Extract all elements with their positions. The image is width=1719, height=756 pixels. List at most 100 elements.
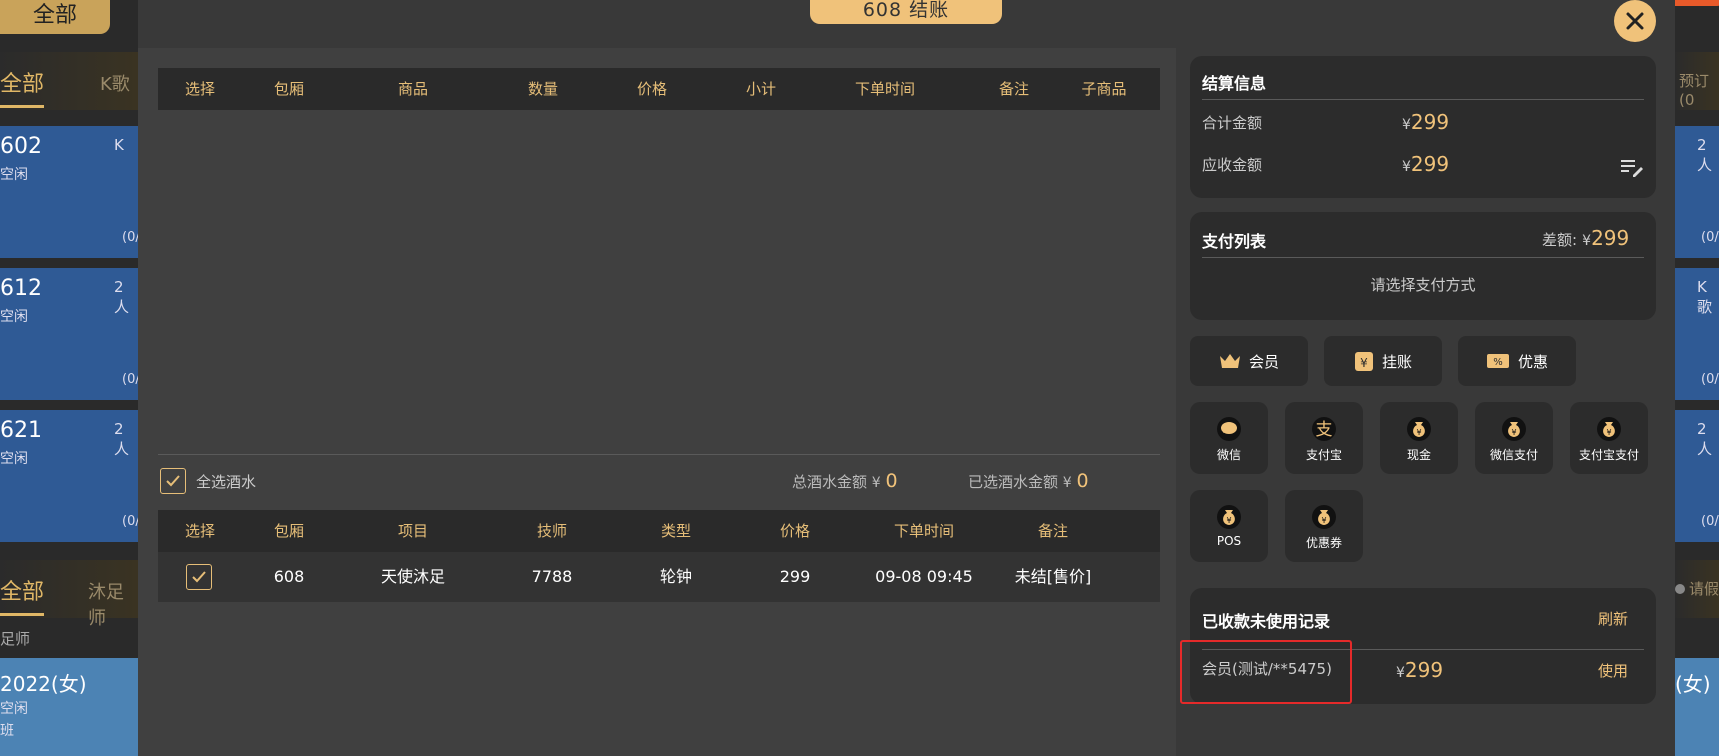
notification-bar xyxy=(1675,0,1719,6)
pay-tile-alipay[interactable]: 支 支付宝 xyxy=(1285,402,1363,474)
room-count: (0/ xyxy=(1701,372,1719,387)
receivable-amount-value: 299 xyxy=(1410,152,1450,176)
cell-type: 轮钟 xyxy=(659,567,693,586)
col-room: 包厢 xyxy=(273,522,305,540)
money-bag-icon: ¥ xyxy=(1597,417,1621,441)
tab-active-indicator xyxy=(0,613,44,616)
pay-tile-voucher[interactable]: ¥ 优惠券 xyxy=(1285,490,1363,562)
pay-tile-label: POS xyxy=(1216,534,1242,548)
close-button[interactable] xyxy=(1614,0,1656,42)
pay-tile-pos[interactable]: ¥ POS xyxy=(1190,490,1268,562)
svg-text:¥: ¥ xyxy=(1360,356,1368,370)
check-icon xyxy=(166,475,180,487)
pay-tile-wechat[interactable]: 微信 xyxy=(1190,402,1268,474)
room-status: 空闲 xyxy=(0,451,28,467)
tab-all[interactable]: 全部 xyxy=(0,66,44,98)
yen-tag-icon: ¥ xyxy=(1354,352,1373,371)
room-card[interactable]: 2人 (0/ xyxy=(1675,410,1719,542)
record-amount: ¥299 xyxy=(1396,658,1443,682)
tab-active-indicator xyxy=(0,105,44,108)
pay-tile-label: 支付宝支付 xyxy=(1578,448,1639,462)
col-item: 项目 xyxy=(397,522,429,540)
col-price: 价格 xyxy=(779,522,811,540)
col-note: 备注 xyxy=(1037,522,1069,540)
total-drinks-amount: 总酒水金额 ¥ 0 xyxy=(792,470,898,492)
total-amount-label: 合计金额 xyxy=(1202,114,1263,132)
therapist-card[interactable]: (女) xyxy=(1675,658,1719,756)
settlement-title: 结算信息 xyxy=(1202,74,1267,93)
pay-tile-cash[interactable]: ¥ 现金 xyxy=(1380,402,1458,474)
goods-table-header: 选择 包厢 商品 数量 价格 小计 下单时间 备注 子商品 xyxy=(158,68,1160,110)
col-goods: 商品 xyxy=(397,80,429,98)
highlight-box xyxy=(1180,640,1352,704)
col-technician: 技师 xyxy=(536,522,568,540)
records-title: 已收款未使用记录 xyxy=(1202,612,1331,631)
col-note: 备注 xyxy=(998,80,1030,98)
edit-list-icon[interactable] xyxy=(1619,156,1645,178)
selected-drinks-value: 0 xyxy=(1076,470,1089,492)
credit-pay-button[interactable]: ¥ 挂账 xyxy=(1324,336,1442,386)
pay-tile-wechat-pay[interactable]: ¥ 微信支付 xyxy=(1475,402,1553,474)
receivable-amount-label: 应收金额 xyxy=(1202,156,1263,174)
room-extra: 2人 xyxy=(114,278,130,316)
col-qty: 数量 xyxy=(527,80,559,98)
col-subtotal: 小计 xyxy=(745,80,777,98)
coupon-icon: % xyxy=(1486,354,1509,368)
therapist-card[interactable]: 2022(女) 空闲 班 xyxy=(0,658,138,756)
col-order-time: 下单时间 xyxy=(854,80,916,98)
payment-list-title: 支付列表 xyxy=(1202,232,1267,251)
tab-foot-therapist[interactable]: 沐足师 xyxy=(88,578,138,630)
currency-symbol: ¥ xyxy=(871,475,881,491)
room-card[interactable]: 612 空闲 2人 (0/1 xyxy=(0,268,138,400)
money-bag-icon: ¥ xyxy=(1502,417,1526,441)
modal-title: 608 结账 xyxy=(810,0,1002,24)
col-price: 价格 xyxy=(636,80,668,98)
tab-karaoke[interactable]: K歌 xyxy=(100,70,130,96)
total-drinks-value: 0 xyxy=(885,470,898,492)
background-right-panel: 预订(0 2人 (0/ K歌 (0/ 2人 (0/ 请假 (女) xyxy=(1675,0,1719,756)
room-count: (0/ xyxy=(122,230,138,245)
radio-icon[interactable] xyxy=(1675,584,1685,594)
total-amount: ¥299 xyxy=(1402,110,1449,134)
settlement-card: 结算信息 合计金额 ¥299 应收金额 ¥299 xyxy=(1190,56,1656,198)
all-filter-button[interactable]: 全部 xyxy=(0,0,110,34)
use-button[interactable]: 使用 xyxy=(1598,660,1628,681)
money-bag-icon: ¥ xyxy=(1407,417,1431,441)
order-area: 选择 包厢 商品 数量 价格 小计 下单时间 备注 子商品 全选酒水 总酒水金额… xyxy=(158,68,1160,756)
money-bag-icon: ¥ xyxy=(1312,505,1336,529)
discount-pay-button[interactable]: % 优惠 xyxy=(1458,336,1576,386)
tab-all-therapists[interactable]: 全部 xyxy=(0,574,44,606)
pay-tile-label: 微信 xyxy=(1216,448,1241,462)
room-count: (0/2 xyxy=(122,514,138,529)
svg-text:¥: ¥ xyxy=(1416,428,1421,437)
row-checkbox[interactable] xyxy=(186,564,212,590)
refresh-button[interactable]: 刷新 xyxy=(1598,608,1628,629)
svg-text:%: % xyxy=(1493,357,1503,368)
currency-symbol: ¥ xyxy=(1396,665,1405,681)
col-select: 选择 xyxy=(184,80,216,98)
room-count: (0/ xyxy=(1701,230,1719,245)
svg-text:¥: ¥ xyxy=(1321,516,1326,525)
leave-option[interactable]: 请假 xyxy=(1689,578,1719,599)
therapist-status: 空闲 xyxy=(0,701,28,717)
tab-reservation[interactable]: 预订(0 xyxy=(1679,70,1719,109)
section-label: 足师 xyxy=(0,630,31,648)
cell-price: 299 xyxy=(779,567,811,586)
pay-tile-label: 优惠券 xyxy=(1305,536,1342,550)
room-extra: K歌 xyxy=(1697,278,1713,316)
select-all-checkbox[interactable] xyxy=(160,468,186,494)
top-tab-bar-right: 预订(0 xyxy=(1675,52,1719,110)
divider xyxy=(1202,99,1644,100)
room-card[interactable]: 2人 (0/ xyxy=(1675,126,1719,258)
member-pay-button[interactable]: 会员 xyxy=(1190,336,1308,386)
pay-tile-label: 支付宝 xyxy=(1305,448,1342,462)
select-all-label[interactable]: 全选酒水 xyxy=(196,471,256,492)
therapist-name: (女) xyxy=(1675,672,1711,696)
col-select: 选择 xyxy=(184,522,216,540)
currency-symbol: ¥ xyxy=(1402,117,1411,133)
pay-tile-alipay-pay[interactable]: ¥ 支付宝支付 xyxy=(1570,402,1648,474)
room-card[interactable]: 621 空闲 2人 (0/2 xyxy=(0,410,138,542)
room-card[interactable]: K歌 (0/ xyxy=(1675,268,1719,400)
room-card[interactable]: 602 空闲 K (0/ xyxy=(0,126,138,258)
table-row[interactable]: 608 天使沐足 7788 轮钟 299 09-08 09:45 未结[售价] xyxy=(158,552,1160,602)
